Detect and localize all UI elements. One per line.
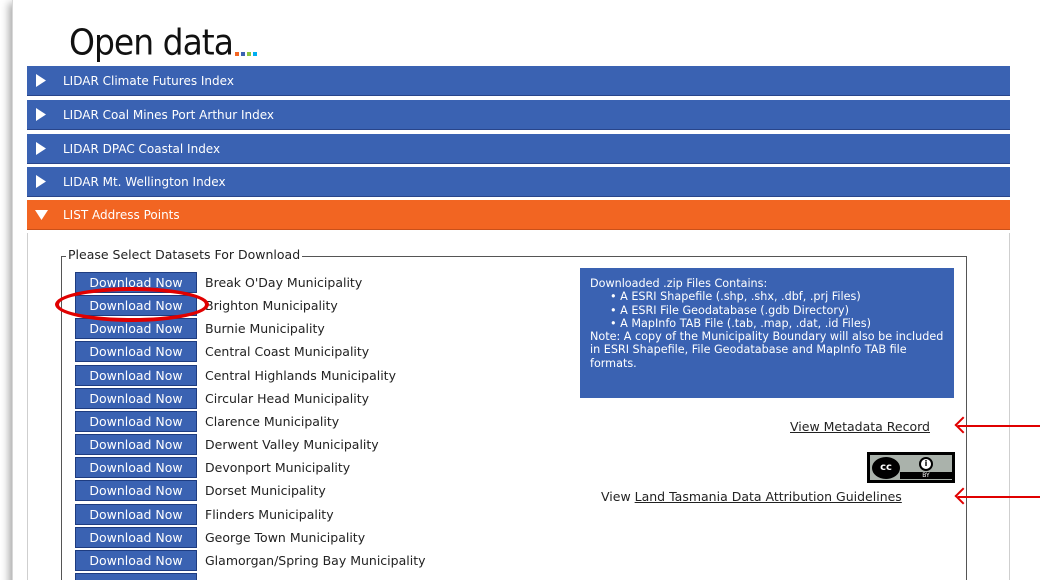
dataset-name: Central Highlands Municipality bbox=[205, 367, 396, 383]
expand-triangle-icon bbox=[27, 74, 55, 87]
dataset-row: Download Now Brighton Municipality bbox=[75, 294, 338, 316]
person-icon: i bbox=[919, 456, 933, 471]
logo-dots bbox=[234, 52, 257, 56]
download-now-button[interactable]: Download Now bbox=[75, 456, 197, 478]
dataset-name: Flinders Municipality bbox=[205, 506, 334, 522]
accordion-item-lidar-climate-futures[interactable]: LIDAR Climate Futures Index bbox=[27, 66, 1010, 96]
dataset-row: Download Now Devonport Municipality bbox=[75, 456, 350, 478]
dataset-row: Download Now Circular Head Municipality bbox=[75, 387, 369, 409]
download-now-button[interactable]: Download Now bbox=[75, 479, 197, 501]
accordion-label: LIDAR Climate Futures Index bbox=[63, 73, 234, 88]
open-data-logo: Open data bbox=[69, 16, 257, 60]
cc-by-block: i BY bbox=[900, 455, 952, 480]
dataset-name: Central Coast Municipality bbox=[205, 343, 370, 359]
attribution-prefix: View bbox=[601, 489, 635, 504]
download-now-button[interactable]: Download Now bbox=[75, 317, 197, 339]
dataset-name: George Town Municipality bbox=[205, 529, 366, 545]
dataset-name: Clarence Municipality bbox=[205, 413, 340, 429]
dataset-name: Devonport Municipality bbox=[205, 459, 351, 475]
info-bullet: • A ESRI File Geodatabase (.gdb Director… bbox=[610, 303, 849, 317]
download-now-button[interactable]: Download Now bbox=[75, 410, 197, 432]
dataset-row: Download Now Derwent Valley Municipality bbox=[75, 433, 379, 455]
download-now-button[interactable] bbox=[75, 572, 197, 580]
accordion-label: LIST Address Points bbox=[63, 207, 180, 222]
info-bullet: • A ESRI Shapefile (.shp, .shx, .dbf, .p… bbox=[610, 290, 861, 304]
attribution-line: View Land Tasmania Data Attribution Guid… bbox=[601, 489, 902, 504]
download-now-button[interactable]: Download Now bbox=[75, 433, 197, 455]
download-now-button[interactable]: Download Now bbox=[75, 387, 197, 409]
accordion-item-lidar-coal-mines[interactable]: LIDAR Coal Mines Port Arthur Index bbox=[27, 100, 1010, 130]
dataset-row: Download Now Clarence Municipality bbox=[75, 410, 339, 432]
accordion-item-lidar-mt-wellington[interactable]: LIDAR Mt. Wellington Index bbox=[27, 167, 1010, 197]
collapse-triangle-icon bbox=[27, 209, 55, 220]
cc-by-text: BY bbox=[900, 471, 952, 479]
creative-commons-by-icon[interactable]: cc i BY bbox=[867, 452, 955, 483]
dataset-name: Brighton Municipality bbox=[205, 297, 338, 313]
dataset-name: Derwent Valley Municipality bbox=[205, 436, 379, 452]
download-now-button[interactable]: Download Now bbox=[75, 549, 197, 571]
download-now-button[interactable]: Download Now bbox=[75, 503, 197, 525]
info-note: Note: A copy of the Municipality Boundar… bbox=[590, 330, 944, 370]
dataset-name: Burnie Municipality bbox=[205, 320, 325, 336]
attribution-guidelines-link[interactable]: Land Tasmania Data Attribution Guideline… bbox=[635, 489, 902, 504]
info-heading: Downloaded .zip Files Contains: bbox=[590, 277, 768, 290]
accordion-item-lidar-dpac-coastal[interactable]: LIDAR DPAC Coastal Index bbox=[27, 134, 1010, 164]
dataset-row-partial bbox=[75, 572, 197, 580]
accordion-label: LIDAR Mt. Wellington Index bbox=[63, 174, 226, 189]
download-now-button[interactable]: Download Now bbox=[75, 294, 197, 316]
accordion-label: LIDAR Coal Mines Port Arthur Index bbox=[63, 107, 275, 122]
accordion-item-list-address-points[interactable]: LIST Address Points bbox=[27, 200, 1010, 230]
dataset-name: Dorset Municipality bbox=[205, 482, 326, 498]
fieldset-legend: Please Select Datasets For Download bbox=[66, 247, 303, 262]
logo-dot bbox=[246, 52, 251, 56]
dataset-row: Download Now George Town Municipality bbox=[75, 526, 365, 548]
download-now-button[interactable]: Download Now bbox=[75, 271, 197, 293]
annotation-arrow-left bbox=[958, 496, 1040, 498]
dataset-row: Download Now Central Coast Municipality bbox=[75, 340, 369, 362]
logo-dot bbox=[234, 52, 239, 56]
dataset-row: Download Now Glamorgan/Spring Bay Munici… bbox=[75, 549, 426, 571]
cc-logo-icon: cc bbox=[872, 456, 900, 479]
dataset-name: Circular Head Municipality bbox=[205, 390, 370, 406]
dataset-row: Download Now Break O'Day Municipality bbox=[75, 271, 362, 293]
download-info-box: Downloaded .zip Files Contains: • A ESRI… bbox=[580, 268, 954, 398]
expand-triangle-icon bbox=[27, 142, 55, 155]
download-now-button[interactable]: Download Now bbox=[75, 364, 197, 386]
info-bullet: • A MapInfo TAB File (.tab, .map, .dat, … bbox=[610, 316, 871, 330]
dataset-name: Break O'Day Municipality bbox=[205, 274, 363, 290]
dataset-row: Download Now Dorset Municipality bbox=[75, 479, 326, 501]
accordion-label: LIDAR DPAC Coastal Index bbox=[63, 141, 221, 156]
cc-badge-inner: cc i BY bbox=[870, 455, 952, 480]
dataset-row: Download Now Central Highlands Municipal… bbox=[75, 364, 396, 386]
dataset-name: Glamorgan/Spring Bay Municipality bbox=[205, 552, 426, 568]
download-now-button[interactable]: Download Now bbox=[75, 526, 197, 548]
download-now-button[interactable]: Download Now bbox=[75, 340, 197, 362]
expand-triangle-icon bbox=[27, 175, 55, 188]
logo-dot bbox=[252, 52, 257, 56]
expand-triangle-icon bbox=[27, 108, 55, 121]
dataset-row: Download Now Flinders Municipality bbox=[75, 503, 334, 525]
logo-dot bbox=[240, 52, 245, 56]
dataset-row: Download Now Burnie Municipality bbox=[75, 317, 325, 339]
annotation-arrow-left bbox=[958, 425, 1040, 427]
view-metadata-record-link[interactable]: View Metadata Record bbox=[790, 419, 930, 434]
logo-text: Open data bbox=[69, 21, 234, 64]
